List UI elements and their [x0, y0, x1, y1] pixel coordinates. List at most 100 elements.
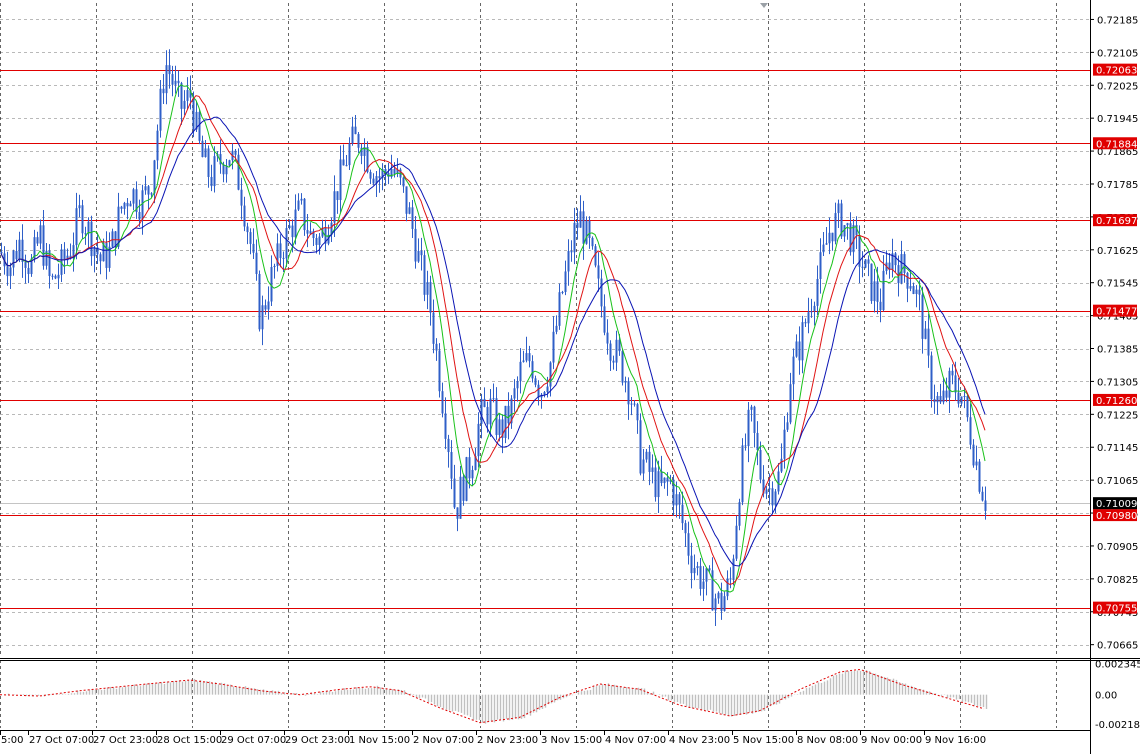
candle-body	[423, 255, 426, 295]
candle	[108, 232, 111, 272]
candle	[246, 222, 249, 245]
candle	[318, 232, 321, 255]
candle	[249, 228, 252, 255]
candle-body	[303, 198, 306, 231]
candle-body	[15, 250, 18, 260]
time-tick-label: 4 Nov 23:00	[669, 735, 730, 746]
candle	[90, 215, 93, 266]
candle-body	[543, 392, 546, 395]
candle-body	[282, 257, 285, 259]
time-tick-label: 9 Nov 16:00	[925, 735, 986, 746]
candle-body	[777, 471, 780, 492]
candle	[402, 176, 405, 193]
candle	[945, 377, 948, 403]
candle-body	[84, 233, 87, 235]
candle-body	[246, 226, 249, 233]
candle-body	[513, 388, 516, 399]
candle	[399, 167, 402, 186]
candle-body	[675, 494, 678, 506]
candle-body	[504, 405, 507, 438]
candle	[723, 591, 726, 612]
candle	[699, 558, 702, 596]
candle-body	[132, 189, 135, 204]
candle	[306, 213, 309, 248]
candle	[531, 355, 534, 383]
candle	[564, 260, 567, 296]
candle-body	[921, 294, 924, 339]
candle-body	[795, 341, 798, 357]
candle-body	[21, 239, 24, 262]
candle-body	[81, 205, 84, 234]
candle	[207, 145, 210, 188]
candle	[351, 116, 354, 146]
candle	[387, 162, 390, 185]
candle-body	[774, 491, 777, 506]
candle-body	[459, 476, 462, 519]
candle-body	[42, 225, 45, 266]
candle-body	[957, 392, 960, 404]
candle	[849, 212, 852, 256]
price-tick-label: 0.70825	[1097, 575, 1138, 586]
candle-body	[585, 220, 588, 244]
candle-body	[780, 458, 783, 472]
candle	[594, 244, 597, 268]
candle	[744, 433, 747, 451]
candle	[621, 349, 624, 386]
candle-body	[492, 398, 495, 400]
candle	[477, 412, 480, 468]
candle	[870, 263, 873, 304]
level-price-label: 0.71477	[1096, 307, 1137, 318]
candle	[237, 148, 240, 191]
candle-body	[159, 88, 162, 131]
candle-body	[51, 275, 54, 277]
candle	[879, 288, 882, 323]
candle	[420, 237, 423, 271]
candle	[468, 447, 471, 489]
candle-body	[528, 353, 531, 362]
candle	[771, 481, 774, 515]
candle-body	[864, 259, 867, 268]
candle-body	[222, 164, 225, 175]
candle-body	[141, 190, 144, 220]
candle	[471, 465, 474, 487]
candle	[57, 263, 60, 290]
candle-body	[12, 250, 15, 268]
candle	[702, 566, 705, 601]
candle	[633, 400, 636, 407]
candle	[66, 248, 69, 265]
candle-body	[705, 568, 708, 582]
candle-body	[264, 305, 267, 310]
candle-body	[204, 148, 207, 158]
candle-body	[867, 259, 870, 264]
chart-frame	[0, 0, 1140, 754]
candle	[492, 383, 495, 403]
candle-body	[597, 265, 600, 279]
candle-body	[657, 471, 660, 498]
candle	[186, 77, 189, 110]
candle	[42, 210, 45, 270]
candle	[18, 231, 21, 263]
candle-body	[828, 232, 831, 244]
candle	[801, 315, 804, 374]
candle-body	[429, 282, 432, 313]
candle-body	[75, 208, 78, 246]
candle	[345, 154, 348, 167]
level-price-label: 0.70755	[1096, 604, 1137, 615]
candle-body	[984, 500, 987, 511]
candle	[831, 232, 834, 251]
candle	[174, 65, 177, 94]
candle-body	[702, 581, 705, 589]
candle-body	[339, 159, 342, 201]
candle	[909, 270, 912, 292]
candle-body	[129, 203, 132, 207]
candle-body	[285, 228, 288, 259]
candle-body	[846, 223, 849, 226]
candle-body	[480, 398, 483, 424]
candle-body	[531, 361, 534, 379]
candle-body	[186, 89, 189, 101]
moving-averages	[0, 84, 986, 593]
candle	[243, 196, 246, 232]
candle	[438, 343, 441, 398]
candle	[429, 275, 432, 326]
candle-body	[810, 311, 813, 313]
